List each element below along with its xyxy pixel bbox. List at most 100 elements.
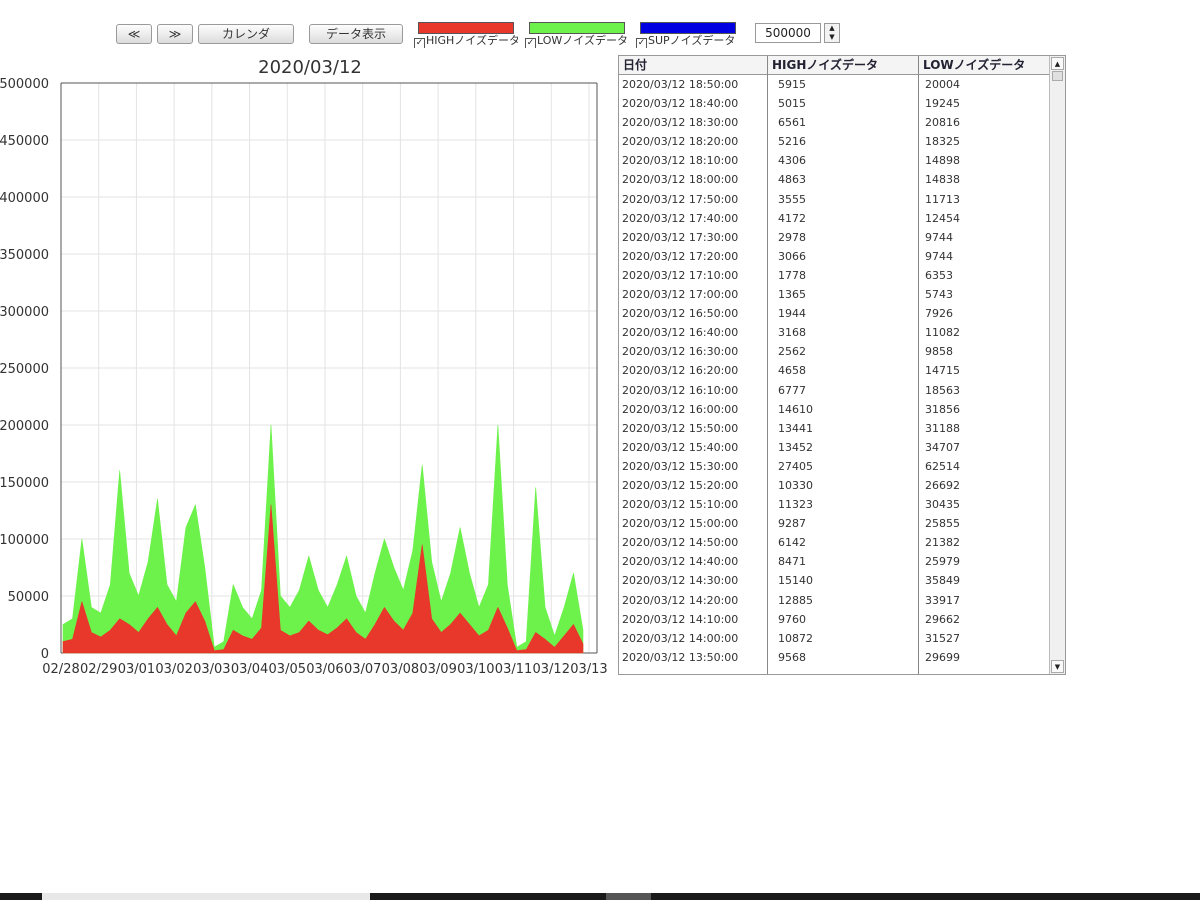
checkbox-check-icon[interactable]: ✓	[414, 38, 425, 48]
x-tick-label: 03/13	[570, 662, 607, 677]
high-value-cell: 4658	[778, 364, 806, 378]
high-value-cell: 2562	[778, 345, 806, 359]
high-noise-checkbox[interactable]: ✓ HIGHノイズデータ	[414, 34, 518, 48]
y-tick-label: 0	[41, 647, 49, 662]
date-cell: 2020/03/12 18:30:00	[622, 116, 739, 130]
low-value-cell: 31527	[925, 631, 960, 645]
high-value-cell: 13441	[778, 421, 813, 435]
low-noise-color-swatch[interactable]	[529, 22, 625, 34]
scroll-up-icon[interactable]: ▲	[1051, 57, 1064, 70]
table-row[interactable]: 2020/03/12 17:00:00 1365 5743	[619, 285, 1049, 304]
checkbox-check-icon[interactable]: ✓	[525, 38, 536, 48]
table-row[interactable]: 2020/03/12 17:20:00 3066 9744	[619, 247, 1049, 266]
x-tick-label: 03/05	[269, 662, 306, 677]
column-header-date[interactable]: 日付	[619, 56, 647, 74]
table-row[interactable]: 2020/03/12 13:50:00 9568 29699	[619, 648, 1049, 667]
taskbar-item[interactable]	[606, 893, 651, 900]
low-value-cell: 30435	[925, 498, 960, 512]
table-row[interactable]: 2020/03/12 14:10:00 9760 29662	[619, 610, 1049, 629]
table-row[interactable]: 2020/03/12 16:50:00 1944 7926	[619, 304, 1049, 323]
low-value-cell: 11082	[925, 326, 960, 340]
low-noise-checkbox[interactable]: ✓ LOWノイズデータ	[525, 34, 629, 48]
table-row[interactable]: 2020/03/12 16:30:00 2562 9858	[619, 342, 1049, 361]
sup-noise-color-swatch[interactable]	[640, 22, 736, 34]
low-value-cell: 31856	[925, 402, 960, 416]
spin-down-icon[interactable]: ▼	[825, 33, 839, 42]
vertical-scrollbar[interactable]: ▲ ▼	[1049, 56, 1065, 674]
low-value-cell: 33917	[925, 593, 960, 607]
low-value-cell: 9744	[925, 230, 953, 244]
date-cell: 2020/03/12 17:20:00	[622, 249, 739, 263]
table-row[interactable]: 2020/03/12 18:20:00 5216 18325	[619, 132, 1049, 151]
table-row[interactable]: 2020/03/12 14:30:00 15140 35849	[619, 571, 1049, 590]
date-cell: 2020/03/12 18:10:00	[622, 154, 739, 168]
sup-noise-checkbox[interactable]: ✓ SUPノイズデータ	[636, 34, 740, 48]
table-row[interactable]: 2020/03/12 16:00:00 14610 31856	[619, 400, 1049, 419]
date-cell: 2020/03/12 15:10:00	[622, 498, 739, 512]
column-header-low[interactable]: LOWノイズデータ	[919, 56, 1025, 74]
date-cell: 2020/03/12 17:40:00	[622, 211, 739, 225]
table-row[interactable]: 2020/03/12 14:20:00 12885 33917	[619, 591, 1049, 610]
high-value-cell: 6142	[778, 536, 806, 550]
table-row[interactable]: 2020/03/12 15:50:00 13441 31188	[619, 419, 1049, 438]
table-row[interactable]: 2020/03/12 16:20:00 4658 14715	[619, 361, 1049, 380]
table-row[interactable]: 2020/03/12 14:40:00 8471 25979	[619, 552, 1049, 571]
table-row[interactable]: 2020/03/12 17:30:00 2978 9744	[619, 228, 1049, 247]
low-value-cell: 6353	[925, 268, 953, 282]
taskbar-active-window[interactable]	[42, 893, 370, 900]
low-value-cell: 9858	[925, 345, 953, 359]
table-row[interactable]: 2020/03/12 18:00:00 4863 14838	[619, 170, 1049, 189]
y-tick-label: 50000	[8, 590, 49, 605]
low-value-cell: 18563	[925, 383, 960, 397]
low-noise-label: LOWノイズデータ	[537, 34, 628, 47]
date-cell: 2020/03/12 14:00:00	[622, 631, 739, 645]
x-tick-label: 03/03	[193, 662, 230, 677]
table-row[interactable]: 2020/03/12 18:50:00 5915 20004	[619, 75, 1049, 94]
high-value-cell: 9568	[778, 650, 806, 664]
table-row[interactable]: 2020/03/12 18:10:00 4306 14898	[619, 151, 1049, 170]
low-value-cell: 18325	[925, 135, 960, 149]
spin-buttons[interactable]: ▲ ▼	[824, 23, 840, 43]
table-row[interactable]: 2020/03/12 14:00:00 10872 31527	[619, 629, 1049, 648]
calendar-button[interactable]: カレンダ	[198, 24, 294, 44]
high-value-cell: 15140	[778, 574, 813, 588]
low-value-cell: 62514	[925, 459, 960, 473]
previous-button[interactable]: ≪	[116, 24, 152, 44]
x-tick-label: 02/28	[42, 662, 79, 677]
table-row[interactable]: 2020/03/12 17:50:00 3555 11713	[619, 190, 1049, 209]
high-value-cell: 10872	[778, 631, 813, 645]
taskbar	[0, 893, 1200, 900]
high-noise-color-swatch[interactable]	[418, 22, 514, 34]
date-cell: 2020/03/12 14:30:00	[622, 574, 739, 588]
high-value-cell: 2978	[778, 230, 806, 244]
table-row[interactable]: 2020/03/12 15:30:00 27405 62514	[619, 457, 1049, 476]
low-value-cell: 7926	[925, 307, 953, 321]
low-value-cell: 14838	[925, 173, 960, 187]
spin-up-icon[interactable]: ▲	[825, 24, 839, 33]
low-value-cell: 5743	[925, 288, 953, 302]
checkbox-check-icon[interactable]: ✓	[636, 38, 647, 48]
table-row[interactable]: 2020/03/12 15:00:00 9287 25855	[619, 514, 1049, 533]
low-value-cell: 29662	[925, 612, 960, 626]
next-button[interactable]: ≫	[157, 24, 193, 44]
show-data-button[interactable]: データ表示	[309, 24, 403, 44]
table-row[interactable]: 2020/03/12 15:20:00 10330 26692	[619, 476, 1049, 495]
table-row[interactable]: 2020/03/12 18:40:00 5015 19245	[619, 94, 1049, 113]
date-cell: 2020/03/12 18:20:00	[622, 135, 739, 149]
column-header-high[interactable]: HIGHノイズデータ	[768, 56, 878, 74]
table-row[interactable]: 2020/03/12 15:10:00 11323 30435	[619, 495, 1049, 514]
table-row[interactable]: 2020/03/12 17:40:00 4172 12454	[619, 209, 1049, 228]
low-value-cell: 29699	[925, 650, 960, 664]
y-max-spin-input[interactable]: 500000	[755, 23, 821, 43]
table-row[interactable]: 2020/03/12 15:40:00 13452 34707	[619, 438, 1049, 457]
table-row[interactable]: 2020/03/12 18:30:00 6561 20816	[619, 113, 1049, 132]
table-row[interactable]: 2020/03/12 16:10:00 6777 18563	[619, 381, 1049, 400]
data-table[interactable]: 日付 HIGHノイズデータ LOWノイズデータ 2020/03/12 18:50…	[618, 55, 1066, 675]
table-row[interactable]: 2020/03/12 17:10:00 1778 6353	[619, 266, 1049, 285]
scroll-thumb[interactable]	[1052, 71, 1063, 81]
table-row[interactable]: 2020/03/12 14:50:00 6142 21382	[619, 533, 1049, 552]
scroll-down-icon[interactable]: ▼	[1051, 660, 1064, 673]
table-row[interactable]: 2020/03/12 16:40:00 3168 11082	[619, 323, 1049, 342]
high-value-cell: 5915	[778, 78, 806, 91]
sup-noise-label: SUPノイズデータ	[648, 34, 736, 47]
